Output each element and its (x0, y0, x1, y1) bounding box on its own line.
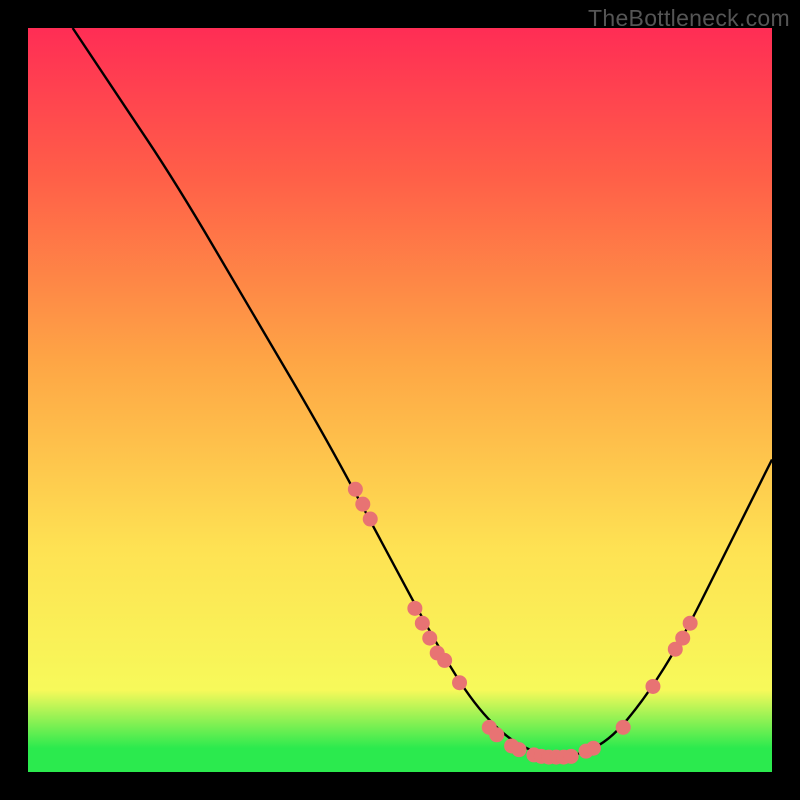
curve-marker (355, 497, 370, 512)
curve-marker (452, 675, 467, 690)
watermark-text: TheBottleneck.com (588, 5, 790, 32)
curve-marker (504, 738, 519, 753)
curve-marker (534, 749, 549, 764)
curve-marker (668, 642, 683, 657)
chart-plot-area (28, 28, 772, 772)
curve-marker (586, 741, 601, 756)
curve-marker (482, 720, 497, 735)
curve-marker (579, 744, 594, 759)
bottleneck-curve (73, 28, 772, 757)
curve-marker (541, 750, 556, 765)
curve-marker (616, 720, 631, 735)
curve-marker (645, 679, 660, 694)
curve-marker (407, 601, 422, 616)
curve-marker (422, 631, 437, 646)
curve-marker (549, 750, 564, 765)
chart-svg (28, 28, 772, 772)
curve-marker (363, 512, 378, 527)
curve-marker (675, 631, 690, 646)
curve-marker (415, 616, 430, 631)
curve-markers (348, 482, 698, 765)
curve-marker (512, 742, 527, 757)
curve-marker (430, 645, 445, 660)
curve-marker (556, 750, 571, 765)
curve-marker (526, 747, 541, 762)
curve-marker (437, 653, 452, 668)
curve-marker (683, 616, 698, 631)
curve-marker (564, 749, 579, 764)
curve-marker (489, 727, 504, 742)
curve-marker (348, 482, 363, 497)
